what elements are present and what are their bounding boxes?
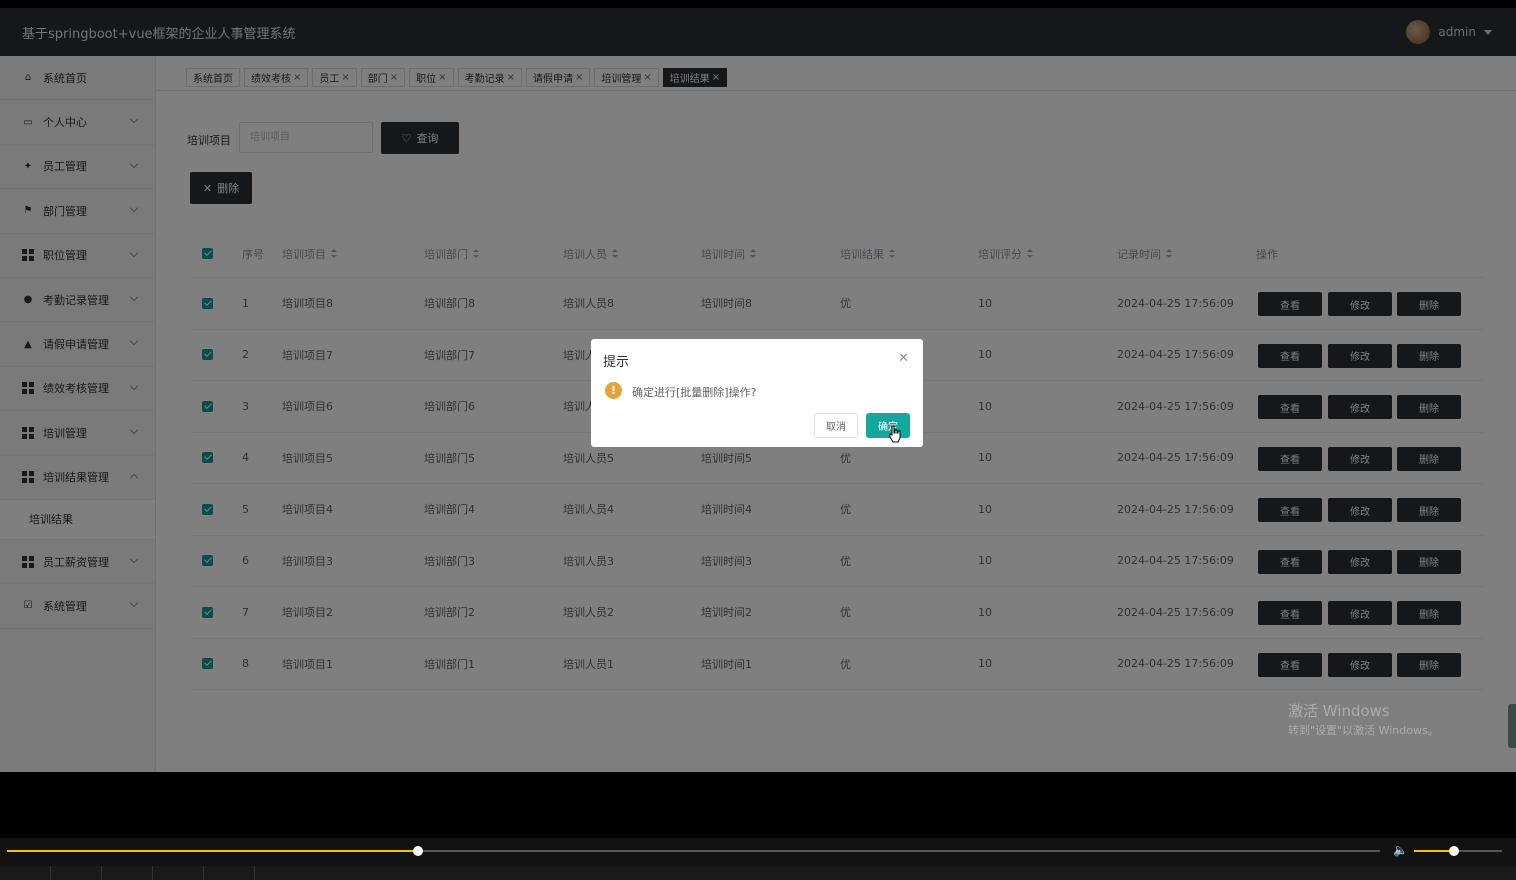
volume-handle[interactable]: [1448, 846, 1459, 856]
warning-icon: !: [605, 382, 622, 399]
footer-slot: [102, 866, 153, 880]
activation-watermark-hint: 转到"设置"以激活 Windows。: [1288, 724, 1439, 737]
close-icon[interactable]: ✕: [898, 351, 909, 366]
footer-slot: [204, 866, 255, 880]
edge-widget[interactable]: [1508, 704, 1516, 748]
seek-bar[interactable]: [7, 846, 1380, 856]
dialog-title: 提示: [603, 355, 630, 370]
cancel-button[interactable]: 取消: [814, 413, 858, 438]
hand-cursor-icon: [889, 425, 901, 443]
footer-slot: [153, 866, 204, 880]
activation-watermark-title: 激活 Windows: [1288, 702, 1390, 720]
volume-slider[interactable]: [1414, 846, 1502, 856]
player-footer: [0, 866, 1516, 880]
footer-slot: [0, 866, 51, 880]
seek-progress: [7, 850, 418, 852]
footer-slot: [51, 866, 102, 880]
dialog-message: 确定进行[批量删除]操作?: [632, 386, 757, 399]
seek-handle[interactable]: [412, 846, 423, 856]
volume-icon[interactable]: 🔈: [1393, 843, 1408, 857]
app-window: 基于springboot+vue框架的企业人事管理系统 admin ⌂系统首页▭…: [0, 8, 1516, 772]
volume-level: [1414, 850, 1454, 852]
confirm-dialog: 提示 ✕ ! 确定进行[批量删除]操作? 取消 确定: [591, 339, 923, 447]
